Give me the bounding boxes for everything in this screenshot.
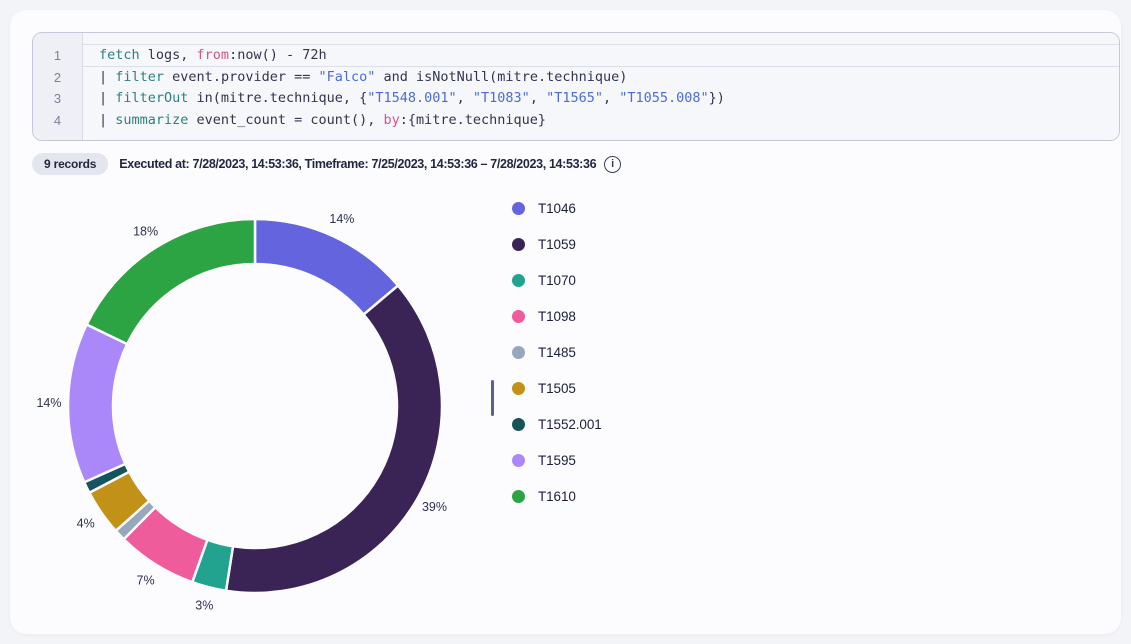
legend-dot — [512, 202, 525, 215]
legend-scrollbar-thumb[interactable] — [491, 380, 494, 416]
legend-label: T1610 — [538, 489, 576, 504]
code-token-mod: by — [384, 112, 400, 128]
query-editor[interactable]: 1234 fetch logs, from:now() - 72h| filte… — [32, 32, 1120, 141]
code-token-mod: from — [197, 47, 230, 63]
slice-percent-label: 14% — [36, 396, 61, 410]
legend-item-T1098[interactable]: T1098 — [512, 298, 602, 334]
legend-item-T1505[interactable]: T1505 — [512, 370, 602, 406]
editor-gutter: 1234 — [33, 33, 83, 140]
legend-dot — [512, 310, 525, 323]
code-token-plain: , — [457, 90, 473, 106]
legend-dot — [512, 490, 525, 503]
execution-info-text: Executed at: 7/28/2023, 14:53:36, Timefr… — [119, 157, 596, 171]
legend-dot — [512, 274, 525, 287]
legend-dot — [512, 418, 525, 431]
pie-slice-T1059[interactable] — [226, 286, 442, 593]
legend-dot — [512, 454, 525, 467]
pie-slice-T1046[interactable] — [255, 219, 398, 315]
code-token-str: "T1083" — [473, 90, 530, 106]
code-token-str: "T1055.008" — [619, 90, 708, 106]
code-token-kw: filter — [115, 69, 164, 85]
legend-dot — [512, 346, 525, 359]
code-token-plain: in(mitre.technique, { — [188, 90, 367, 106]
slice-percent-label: 7% — [137, 574, 155, 588]
editor-top-strip — [83, 33, 1119, 45]
legend-item-T1059[interactable]: T1059 — [512, 226, 602, 262]
line-number: 1 — [33, 45, 82, 67]
code-token-str: "Falco" — [318, 69, 375, 85]
code-token-plain: event.provider == — [164, 69, 318, 85]
code-token-str: "T1565" — [546, 90, 603, 106]
code-token-plain: logs, — [140, 47, 197, 63]
records-count-badge: 9 records — [32, 153, 108, 175]
slice-percent-label: 14% — [329, 212, 354, 226]
legend-label: T1505 — [538, 381, 576, 396]
line-number: 2 — [33, 67, 82, 89]
slice-percent-label: 39% — [422, 500, 447, 514]
code-token-plain: event_count = count(), — [188, 112, 383, 128]
legend-item-T1552.001[interactable]: T1552.001 — [512, 406, 602, 442]
query-result-card: 1234 fetch logs, from:now() - 72h| filte… — [10, 10, 1121, 634]
code-token-plain: | — [99, 112, 115, 128]
code-token-plain: and isNotNull(mitre.technique) — [375, 69, 627, 85]
code-token-kw: fetch — [99, 47, 140, 63]
code-token-plain: :{mitre.technique} — [400, 112, 546, 128]
code-line[interactable]: | filter event.provider == "Falco" and i… — [83, 67, 1119, 89]
line-number: 4 — [33, 110, 82, 132]
legend-item-T1070[interactable]: T1070 — [512, 262, 602, 298]
code-line[interactable]: fetch logs, from:now() - 72h — [83, 45, 1119, 67]
legend-label: T1098 — [538, 309, 576, 324]
status-bar: 9 records Executed at: 7/28/2023, 14:53:… — [32, 153, 621, 175]
slice-percent-label: 3% — [195, 599, 213, 613]
pie-slice-T1595[interactable] — [68, 324, 127, 482]
code-token-plain: | — [99, 69, 115, 85]
legend-dot — [512, 238, 525, 251]
slice-percent-label: 4% — [77, 516, 95, 530]
code-token-kw: filterOut — [115, 90, 188, 106]
legend-item-T1595[interactable]: T1595 — [512, 442, 602, 478]
legend-item-T1485[interactable]: T1485 — [512, 334, 602, 370]
donut-chart: 14% 39% 3% 7% 4% 14% 18% — [25, 176, 485, 636]
legend-item-T1610[interactable]: T1610 — [512, 478, 602, 514]
gutter-pad — [33, 33, 82, 45]
code-token-kw: summarize — [115, 112, 188, 128]
code-token-plain: :now() - 72h — [229, 47, 327, 63]
code-token-str: "T1548.001" — [367, 90, 456, 106]
pie-slice-T1610[interactable] — [87, 219, 255, 344]
code-token-plain: , — [530, 90, 546, 106]
line-number: 3 — [33, 88, 82, 110]
legend-label: T1485 — [538, 345, 576, 360]
code-line[interactable]: | summarize event_count = count(), by:{m… — [83, 110, 1119, 132]
code-token-plain: | — [99, 90, 115, 106]
slice-percent-label: 18% — [133, 225, 158, 239]
code-token-plain: , — [603, 90, 619, 106]
info-icon[interactable]: i — [604, 156, 621, 173]
chart-legend: T1046 T1059 T1070 T1098 T1485 T1505 T1552.001 T… — [512, 190, 602, 514]
legend-item-T1046[interactable]: T1046 — [512, 190, 602, 226]
code-token-plain: }) — [709, 90, 725, 106]
legend-label: T1046 — [538, 201, 576, 216]
legend-label: T1070 — [538, 273, 576, 288]
legend-dot — [512, 382, 525, 395]
legend-label: T1552.001 — [538, 417, 602, 432]
editor-code-area[interactable]: fetch logs, from:now() - 72h| filter eve… — [83, 33, 1119, 140]
code-line[interactable]: | filterOut in(mitre.technique, {"T1548.… — [83, 88, 1119, 110]
legend-label: T1595 — [538, 453, 576, 468]
legend-label: T1059 — [538, 237, 576, 252]
